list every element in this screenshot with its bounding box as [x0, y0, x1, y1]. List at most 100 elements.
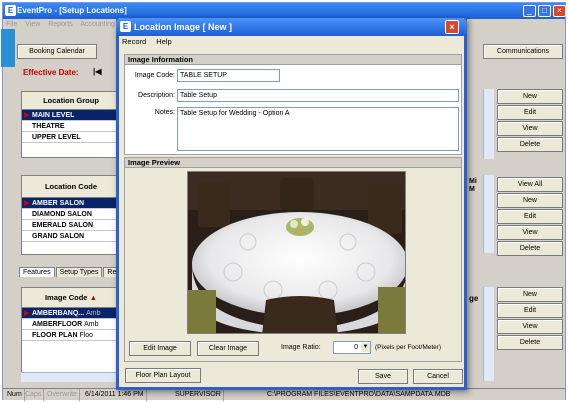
table-row[interactable]: UPPER LEVEL — [22, 132, 120, 143]
table-row[interactable]: ▶ AMBER SALON — [22, 198, 120, 209]
button-label: View — [522, 229, 538, 236]
dialog-title-bar[interactable]: Location Image [ New ] — [116, 18, 467, 36]
edit-image-button[interactable]: Edit Image — [129, 341, 191, 356]
booking-calendar-label: Booking Calendar — [29, 48, 85, 55]
minimize-icon[interactable]: _ — [523, 5, 536, 17]
row-desc: Floo — [79, 332, 94, 339]
chevron-down-icon[interactable]: ▼ — [361, 343, 370, 352]
clear-image-button[interactable]: Clear Image — [197, 341, 259, 356]
image-preview — [187, 171, 406, 334]
description-field[interactable]: Table Setup — [177, 89, 459, 102]
dialog-close-icon[interactable]: × — [445, 20, 459, 34]
code-new-button[interactable]: New — [497, 193, 563, 208]
group-delete-button[interactable]: Delete — [497, 137, 563, 152]
button-label: View — [522, 323, 538, 330]
location-group-header: Location Group — [22, 92, 120, 110]
menu-view[interactable]: View — [25, 21, 40, 28]
save-button[interactable]: Save — [358, 369, 408, 384]
image-code-header: Image Code ▲ — [22, 288, 120, 308]
location-code-scrollbar[interactable] — [483, 175, 494, 253]
group-edit-button[interactable]: Edit — [497, 105, 563, 120]
image-ratio-value: 0 — [354, 344, 358, 351]
main-window-title: EventPro - [Setup Locations] — [17, 6, 127, 15]
code-delete-button[interactable]: Delete — [497, 241, 563, 256]
dialog-app-icon: E — [120, 21, 131, 32]
tab-features[interactable]: Features — [19, 267, 55, 277]
notes-label: Notes: — [154, 109, 175, 116]
table-row[interactable]: DIAMOND SALON — [22, 209, 120, 220]
communications-button[interactable]: Communications — [483, 44, 563, 59]
button-label: New — [522, 93, 537, 100]
table-row[interactable]: ▶ MAIN LEVEL — [22, 110, 120, 121]
button-label: Delete — [519, 141, 541, 148]
location-image-dialog: Location Image [ New ] E × Record Help I… — [116, 18, 467, 390]
booking-calendar-button[interactable]: Booking Calendar — [17, 44, 97, 59]
menu-reports[interactable]: Reports — [48, 21, 73, 28]
effective-date-label: Effective Date: — [23, 68, 79, 77]
detail-tabs: Features Setup Types Re — [19, 267, 121, 277]
image-code-scrollbar[interactable] — [483, 287, 494, 381]
clear-image-label: Clear Image — [208, 345, 248, 352]
button-label: Edit — [523, 109, 537, 116]
image-preview-title: Image Preview — [125, 158, 461, 168]
table-row[interactable]: GRAND SALON — [22, 231, 120, 242]
button-label: Delete — [519, 339, 541, 346]
close-icon[interactable]: × — [553, 5, 566, 17]
image-code-hscrollbar[interactable] — [21, 372, 121, 382]
location-group-scrollbar[interactable] — [483, 89, 494, 159]
image-new-button[interactable]: New — [497, 287, 563, 302]
table-row[interactable]: EMERALD SALON — [22, 220, 120, 231]
view-all-button[interactable]: View All — [497, 177, 563, 192]
row-label: THEATRE — [32, 123, 65, 130]
table-setup-photo — [188, 172, 405, 333]
row-label: MAIN LEVEL — [32, 112, 75, 119]
image-view-button[interactable]: View — [497, 319, 563, 334]
code-view-button[interactable]: View — [497, 225, 563, 240]
cancel-button[interactable]: Cancel — [413, 369, 463, 384]
location-code-right-header: Mi M — [469, 178, 477, 193]
communications-label: Communications — [496, 48, 550, 55]
sort-asc-icon[interactable]: ▲ — [90, 293, 97, 302]
menu-accounting[interactable]: Accounting — [80, 21, 115, 28]
button-label: View All — [517, 181, 543, 188]
main-title-bar[interactable]: EventPro - [Setup Locations] — [3, 3, 565, 19]
button-label: New — [522, 291, 537, 298]
dialog-menubar: Record Help — [119, 36, 464, 48]
image-ratio-label: Image Ratio: — [281, 344, 321, 351]
row-label: DIAMOND SALON — [32, 211, 92, 218]
group-view-button[interactable]: View — [497, 121, 563, 136]
first-record-icon[interactable]: |◀ — [93, 67, 101, 76]
status-datetime: 6/14/2011 1:46 PM — [83, 389, 147, 401]
menu-file[interactable]: File — [6, 21, 17, 28]
image-edit-button[interactable]: Edit — [497, 303, 563, 318]
floor-plan-layout-label: Floor Plan Layout — [135, 372, 191, 379]
button-label: Edit — [523, 307, 537, 314]
row-label: AMBERFLOOR — [32, 321, 83, 328]
left-accent — [1, 29, 15, 67]
app-icon: E — [5, 5, 16, 16]
menu-record[interactable]: Record — [122, 37, 146, 46]
menu-help[interactable]: Help — [156, 37, 171, 46]
status-num: Num — [5, 389, 25, 401]
button-label: Edit — [523, 213, 537, 220]
table-row[interactable]: ▶ AMBERBANQ... Amb — [22, 308, 120, 319]
image-preview-group: Image Preview Edit Image Clear Image Ima… — [124, 157, 462, 362]
row-label: UPPER LEVEL — [32, 134, 81, 141]
row-pointer-icon: ▶ — [24, 310, 30, 317]
row-label: FLOOR PLAN — [32, 332, 78, 339]
table-row[interactable]: THEATRE — [22, 121, 120, 132]
maximize-icon[interactable]: □ — [538, 5, 551, 17]
table-row[interactable]: AMBERFLOOR Amb — [22, 319, 120, 330]
tab-setup-types[interactable]: Setup Types — [55, 267, 103, 277]
code-edit-button[interactable]: Edit — [497, 209, 563, 224]
image-delete-button[interactable]: Delete — [497, 335, 563, 350]
location-code-header: Location Code — [22, 176, 120, 198]
row-label: EMERALD SALON — [32, 222, 94, 229]
table-row[interactable]: FLOOR PLAN Floo — [22, 330, 120, 341]
floor-plan-layout-button[interactable]: Floor Plan Layout — [125, 368, 201, 383]
image-information-group: Image Information Image Code: TABLE SETU… — [124, 54, 462, 155]
image-code-field[interactable]: TABLE SETUP — [177, 69, 280, 82]
notes-field[interactable]: Table Setup for Wedding - Option A — [177, 107, 459, 151]
status-path: C:\PROGRAM FILES\EVENTPRO\DATA\SAMPDATA.… — [267, 391, 451, 398]
group-new-button[interactable]: New — [497, 89, 563, 104]
